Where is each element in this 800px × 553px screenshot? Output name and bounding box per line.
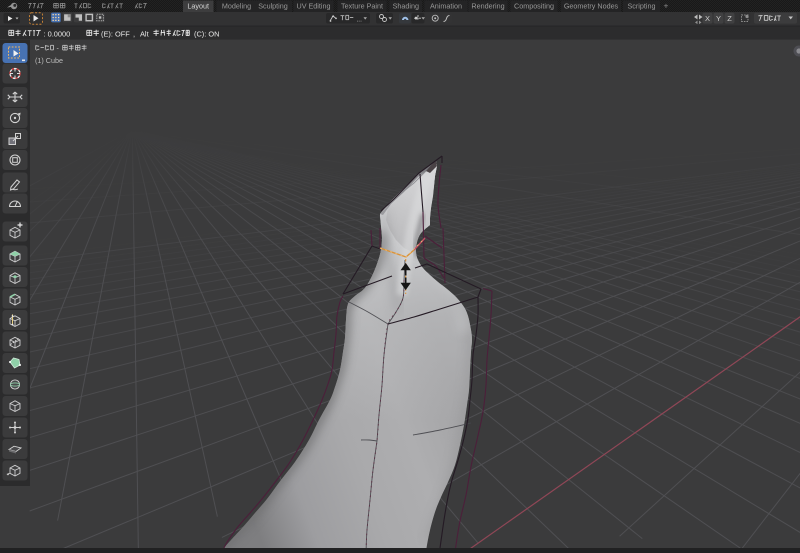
svg-text:X: X	[705, 14, 710, 23]
svg-text:Texture Paint: Texture Paint	[341, 1, 383, 10]
svg-text:Y: Y	[716, 14, 721, 23]
svg-text:Modeling: Modeling	[222, 1, 251, 10]
svg-text:Z: Z	[727, 14, 732, 23]
svg-text:...: ...	[357, 16, 363, 23]
svg-text:Animation: Animation	[430, 1, 462, 10]
svg-text:UV Editing: UV Editing	[297, 1, 331, 10]
svg-text:Shading: Shading	[393, 1, 419, 10]
svg-text:Rendering: Rendering	[471, 1, 504, 10]
svg-text:+: +	[664, 1, 669, 11]
svg-text:Alt: Alt	[140, 30, 149, 39]
svg-text:,: ,	[133, 30, 135, 39]
svg-text:Sculpting: Sculpting	[258, 1, 288, 10]
svg-text:Layout: Layout	[187, 1, 209, 10]
svg-text:(1) Cube: (1) Cube	[35, 56, 63, 65]
svg-text:Geometry Nodes: Geometry Nodes	[564, 1, 619, 10]
svg-text:(C): ON: (C): ON	[194, 30, 219, 39]
svg-text:(E): OFF: (E): OFF	[101, 30, 130, 39]
svg-text:Scripting: Scripting	[628, 1, 656, 10]
svg-text:Compositing: Compositing	[514, 1, 554, 10]
svg-text:: 0.0000: : 0.0000	[44, 30, 71, 39]
